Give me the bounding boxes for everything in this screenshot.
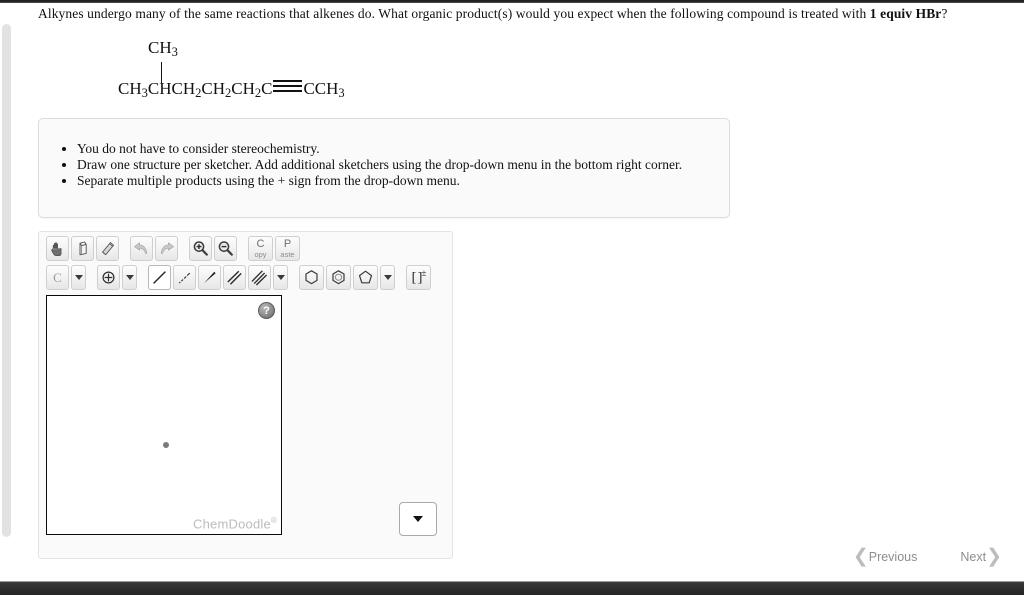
tool-group-edit	[46, 236, 121, 261]
bracket-charge-superscript: ±	[421, 268, 426, 279]
page-scrollbar-thumb[interactable]	[2, 24, 11, 537]
hand-pan-icon[interactable]	[46, 236, 69, 261]
list-item: Separate multiple products using the + s…	[77, 173, 729, 189]
copy-button-label: opy	[254, 249, 267, 259]
triple-bond-button[interactable]	[248, 265, 271, 290]
bond-dropdown-caret-icon[interactable]	[273, 265, 288, 290]
question-text-bold: 1 equiv HBr	[869, 6, 942, 21]
solid-wedge-bond-button[interactable]	[198, 265, 221, 290]
carbon-atom-label: C	[53, 269, 62, 285]
question-text-after: ?	[941, 6, 948, 21]
hashed-wedge-bond-button[interactable]	[173, 265, 196, 290]
page-navigation: ❮ Previous Next ❯	[853, 547, 1002, 566]
copy-button-initial: C	[256, 237, 265, 250]
list-item: Draw one structure per sketcher. Add add…	[77, 157, 729, 173]
chevron-down-icon	[413, 516, 423, 522]
instructions-list: You do not have to consider stereochemis…	[39, 119, 729, 189]
add-sketcher-dropdown[interactable]	[399, 502, 437, 536]
tool-group-zoom	[189, 236, 239, 261]
window-top-border	[0, 0, 1024, 3]
chemdoodle-sketcher-panel: Copy Paste C []± ? ChemDoodle®	[38, 231, 453, 559]
undo-arrow-icon[interactable]	[130, 236, 153, 261]
window-bottom-border	[0, 581, 1024, 595]
chevron-left-icon: ❮	[852, 546, 869, 567]
sketcher-drawing-canvas[interactable]: ? ChemDoodle®	[46, 295, 282, 535]
main-chain-formula: CH3CHCH2CH2CH2C CCH3	[118, 79, 345, 100]
zoom-in-icon[interactable]	[189, 236, 212, 261]
tool-group-rings	[299, 265, 397, 290]
help-icon[interactable]: ?	[258, 302, 275, 319]
ring-dropdown-caret-icon[interactable]	[380, 265, 395, 290]
tool-group-atom: C	[46, 265, 88, 290]
paste-button-label: aste	[280, 249, 295, 259]
sketcher-toolbar-row-1: Copy Paste	[46, 236, 311, 261]
chemdoodle-watermark: ChemDoodle®	[193, 515, 277, 531]
cyclopentane-ring-button[interactable]	[353, 265, 378, 290]
zoom-out-icon[interactable]	[214, 236, 237, 261]
charge-dropdown-caret-icon[interactable]	[122, 265, 137, 290]
tool-group-bracket: [ ]±	[406, 265, 433, 290]
methyl-branch-label: CH3	[148, 38, 178, 59]
redo-arrow-icon[interactable]	[155, 236, 178, 261]
copy-button[interactable]: Copy	[248, 236, 273, 261]
paste-button-initial: P	[283, 237, 292, 250]
question-text-before: Alkynes undergo many of the same reactio…	[38, 6, 870, 21]
carbon-dropdown-caret-icon[interactable]	[71, 265, 86, 290]
instructions-box: You do not have to consider stereochemis…	[38, 118, 730, 218]
bracket-label: [ ]	[411, 270, 423, 286]
next-button[interactable]: Next ❯	[960, 547, 1002, 566]
canvas-atom-dot[interactable]	[163, 442, 169, 448]
charge-atom-button[interactable]	[97, 265, 120, 290]
chevron-right-icon: ❯	[986, 546, 1002, 567]
eraser-icon[interactable]	[96, 236, 119, 261]
tool-group-history	[130, 236, 180, 261]
benzene-ring-button[interactable]	[299, 265, 324, 290]
page-scrollbar-track[interactable]	[0, 8, 14, 573]
lasso-select-icon[interactable]	[71, 236, 94, 261]
double-bond-button[interactable]	[223, 265, 246, 290]
previous-button[interactable]: ❮ Previous	[853, 547, 918, 566]
tool-group-charge	[97, 265, 139, 290]
aromatic-ring-button[interactable]	[326, 265, 351, 290]
sketcher-toolbar-row-2: C []±	[46, 265, 442, 290]
list-item: You do not have to consider stereochemis…	[77, 141, 729, 157]
next-button-label: Next	[960, 549, 987, 564]
single-bond-button[interactable]	[148, 265, 171, 290]
tool-group-clipboard: Copy Paste	[248, 236, 302, 261]
question-prompt: Alkynes undergo many of the same reactio…	[38, 5, 998, 23]
carbon-atom-label-button[interactable]: C	[46, 265, 69, 290]
tool-group-bonds	[148, 265, 290, 290]
paste-button[interactable]: Paste	[275, 236, 300, 261]
previous-button-label: Previous	[868, 549, 918, 564]
triple-bond-icon	[273, 80, 303, 92]
bracket-charge-button[interactable]: [ ]±	[406, 265, 431, 290]
